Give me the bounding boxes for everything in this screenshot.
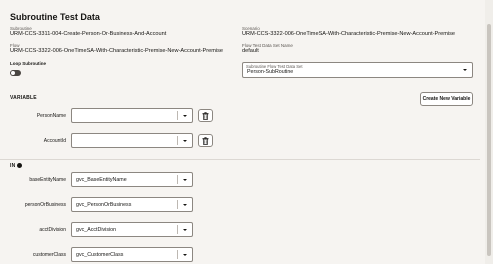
scenario-value: URM-CCS-3322-006-OneTimeSA-With-Characte… [242, 31, 456, 37]
chevron-down-icon [183, 178, 187, 181]
chevron-down-icon [183, 114, 187, 117]
subroutine-test-data-page: Subroutine Test Data Subroutine URM-CCS-… [0, 0, 493, 264]
trash-icon [202, 111, 209, 120]
select-separator [177, 136, 178, 145]
subroutine-flow-test-data-set-select[interactable]: Subroutine Flow Test Data Set Person-Sub… [242, 62, 473, 78]
select-value: gvc_CustomerClass [76, 251, 124, 258]
subroutine-value: URM-CCS-3311-004-Create-Person-Or-Busine… [10, 31, 167, 37]
scrollbar-thumb[interactable] [487, 24, 491, 256]
variable-row-label: PersonName [36, 113, 66, 119]
flow-value: URM-CCS-3322-006-OneTimeSA-With-Characte… [10, 48, 224, 54]
select-value: Person-SubRoutine [247, 69, 294, 75]
select-separator [177, 175, 178, 184]
delete-variable-button[interactable] [198, 134, 213, 147]
trash-icon [202, 136, 209, 145]
create-new-variable-button[interactable]: Create New Variable [420, 92, 473, 106]
select-value: gvc_PersonOrBusiness [76, 201, 132, 208]
select-value: gvc_BaseEntityName [76, 176, 127, 183]
scrollbar-track[interactable] [485, 0, 493, 264]
in-row-label: acctDivision [39, 227, 66, 233]
loop-subroutine-label: Loop Subroutine [10, 61, 46, 66]
in-value-select[interactable]: gvc_PersonOrBusiness [71, 197, 193, 212]
select-separator [177, 111, 178, 120]
in-value-select[interactable]: gvc_CustomerClass [71, 247, 193, 262]
select-separator [177, 225, 178, 234]
variable-value-select[interactable] [71, 133, 193, 148]
section-divider [0, 159, 480, 160]
in-row-label: customerClass [32, 252, 66, 258]
select-value: gvc_AcctDivision [76, 226, 117, 233]
in-section-label: IN [10, 163, 16, 169]
info-icon[interactable] [17, 163, 22, 168]
in-value-select[interactable]: gvc_AcctDivision [71, 222, 193, 237]
chevron-down-icon [183, 139, 187, 142]
flow-test-data-set-value: default [242, 48, 259, 54]
page-title: Subroutine Test Data [10, 12, 100, 22]
chevron-down-icon [183, 228, 187, 231]
chevron-down-icon [183, 253, 187, 256]
toggle-knob [11, 71, 15, 75]
in-row-label: baseEntityName [29, 177, 66, 183]
variable-value-select[interactable] [71, 108, 193, 123]
in-value-select[interactable]: gvc_BaseEntityName [71, 172, 193, 187]
loop-subroutine-toggle[interactable] [10, 70, 21, 76]
select-separator [177, 200, 178, 209]
delete-variable-button[interactable] [198, 109, 213, 122]
variable-section-label: VARIABLE [10, 95, 37, 101]
variable-row-label: AccountId [43, 138, 66, 144]
in-row-label: personOrBusiness [24, 202, 66, 208]
chevron-down-icon [183, 203, 187, 206]
chevron-down-icon [463, 69, 467, 71]
select-separator [177, 250, 178, 259]
